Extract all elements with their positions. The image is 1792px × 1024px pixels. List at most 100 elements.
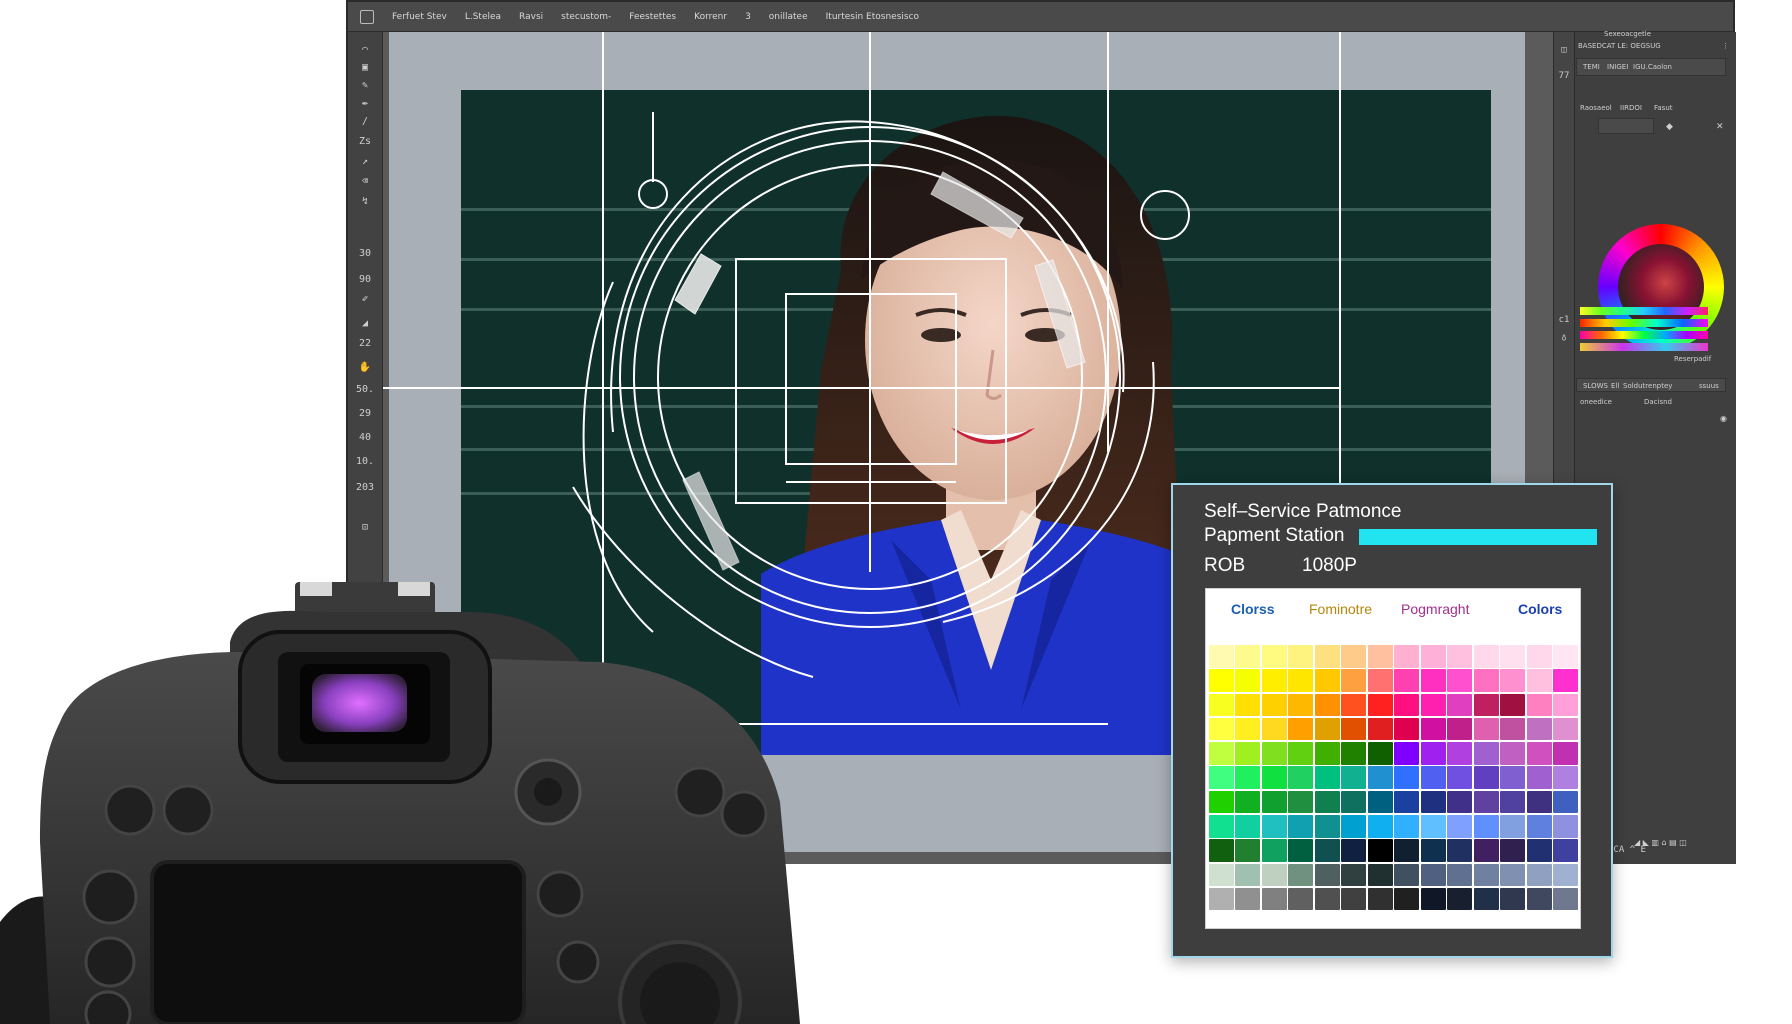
color-swatch[interactable] [1314,814,1340,838]
color-swatch[interactable] [1341,669,1367,692]
color-swatch[interactable] [1394,742,1420,765]
color-swatch[interactable] [1367,863,1393,887]
saturation-spectrum-bar[interactable] [1580,319,1708,327]
option-item[interactable]: Ferfuet Stev [392,12,447,22]
color-swatch[interactable] [1447,693,1473,717]
color-swatch[interactable] [1553,790,1579,814]
color-swatch[interactable] [1420,717,1446,741]
tool-number[interactable]: 50. [352,380,378,400]
color-swatch[interactable] [1341,839,1367,862]
color-swatch[interactable] [1209,645,1234,668]
layers-tab[interactable]: SLOWS [1583,382,1608,390]
color-swatch[interactable] [1500,766,1526,789]
dodge-tool-icon[interactable]: ✐ [352,290,378,310]
color-swatch[interactable] [1235,863,1261,887]
option-item[interactable]: stecustom- [561,12,611,22]
color-swatch[interactable] [1473,790,1499,814]
color-swatch[interactable] [1473,669,1499,692]
color-swatch[interactable] [1420,693,1446,717]
color-swatch[interactable] [1209,669,1234,692]
tool-number[interactable]: 10. [352,452,378,472]
payment-station-dialog[interactable]: Self–Service Patmonce Papment Station RO… [1171,483,1613,958]
color-swatch[interactable] [1314,863,1340,887]
color-swatch[interactable] [1341,645,1367,668]
tool-number[interactable]: 203 [352,478,378,498]
color-swatch[interactable] [1288,887,1314,911]
color-swatch[interactable] [1420,863,1446,887]
color-swatch[interactable] [1420,887,1446,911]
move-tool-icon[interactable] [360,9,374,24]
color-swatch[interactable] [1447,766,1473,789]
layers-tab[interactable]: Soldutrenptey [1623,382,1672,390]
color-swatch[interactable] [1394,693,1420,717]
color-swatch[interactable] [1209,887,1234,911]
value-spectrum-bar[interactable] [1580,331,1708,339]
color-swatch[interactable] [1553,645,1579,668]
color-swatch[interactable] [1314,887,1340,911]
color-swatch[interactable] [1447,669,1473,692]
color-swatch[interactable] [1367,790,1393,814]
color-swatch[interactable] [1261,669,1287,692]
color-swatch[interactable] [1209,839,1234,862]
color-icon[interactable]: ♁ [1558,332,1570,344]
color-swatch[interactable] [1500,887,1526,911]
color-swatch[interactable] [1447,887,1473,911]
color-swatch[interactable] [1473,717,1499,741]
color-swatch[interactable] [1420,814,1446,838]
color-swatch[interactable] [1367,693,1393,717]
color-swatch[interactable] [1394,887,1420,911]
color-swatch[interactable] [1261,742,1287,765]
color-swatch[interactable] [1420,669,1446,692]
color-swatch[interactable] [1209,863,1234,887]
color-swatch[interactable] [1526,669,1552,692]
color-swatch[interactable] [1261,887,1287,911]
color-swatch[interactable] [1473,742,1499,765]
history-icon[interactable]: ◫ [1558,44,1570,56]
panel-strip-label[interactable]: c1 [1558,314,1570,326]
color-swatch[interactable] [1394,814,1420,838]
color-swatch[interactable] [1553,669,1579,692]
color-swatch[interactable] [1235,693,1261,717]
color-swatch[interactable] [1526,645,1552,668]
color-swatch[interactable] [1447,790,1473,814]
color-swatch[interactable] [1288,863,1314,887]
color-swatch[interactable] [1553,742,1579,765]
color-swatch[interactable] [1553,693,1579,717]
color-swatch[interactable] [1288,814,1314,838]
tool-number[interactable]: 29 [352,404,378,424]
color-swatch[interactable] [1394,669,1420,692]
tab-colors[interactable]: Colors [1518,601,1562,617]
color-swatch[interactable] [1526,790,1552,814]
text-tool-icon[interactable]: Zs [352,132,378,152]
color-swatch[interactable] [1235,814,1261,838]
color-swatch[interactable] [1261,766,1287,789]
color-swatch[interactable] [1473,766,1499,789]
color-swatch[interactable] [1394,717,1420,741]
color-swatch[interactable] [1341,693,1367,717]
color-swatch[interactable] [1288,839,1314,862]
color-swatch[interactable] [1314,742,1340,765]
color-swatch[interactable] [1235,742,1261,765]
color-swatch[interactable] [1314,766,1340,789]
crop-tool-icon[interactable]: ▣ [352,58,378,78]
color-swatch[interactable] [1235,669,1261,692]
layer-visibility-icon[interactable]: ◉ [1720,414,1727,423]
tool-number[interactable]: 22 [352,334,378,354]
color-swatch[interactable] [1314,693,1340,717]
color-swatch[interactable] [1526,693,1552,717]
color-swatch[interactable] [1288,790,1314,814]
color-swatch[interactable] [1261,790,1287,814]
option-item[interactable]: Korrenr [694,12,727,22]
color-swatch[interactable] [1473,693,1499,717]
path-tool-icon[interactable]: ↗ [352,152,378,172]
color-swatch[interactable] [1314,669,1340,692]
sub-tab[interactable]: INIGEI [1607,63,1628,71]
hand-tool-icon[interactable]: ✋ [352,358,378,378]
color-swatch[interactable] [1473,887,1499,911]
sub-tab[interactable]: TEMI [1583,63,1600,71]
color-swatch[interactable] [1500,645,1526,668]
color-swatch[interactable] [1367,814,1393,838]
option-item[interactable]: Iturtesin Etosnesisco [826,12,919,22]
color-swatch[interactable] [1447,814,1473,838]
zoom-tool-icon[interactable]: ⊡ [352,518,378,538]
